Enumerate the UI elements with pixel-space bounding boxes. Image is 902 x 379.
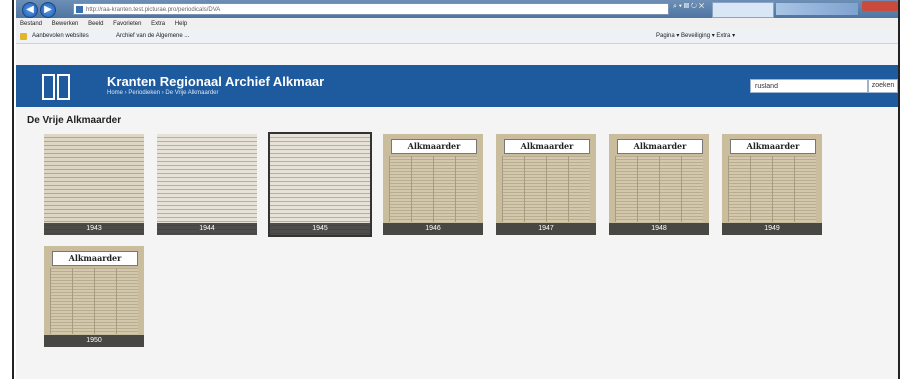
year-thumbnail-1947[interactable]: Alkmaarder 1947 — [496, 134, 596, 235]
site-header: Kranten Regionaal Archief Alkmaar Home ›… — [16, 65, 898, 107]
newspaper-masthead: Alkmaarder — [52, 251, 138, 266]
newspaper-masthead: Alkmaarder — [504, 139, 590, 154]
menu-beeld[interactable]: Beeld — [88, 21, 103, 27]
newspaper-scan-image — [270, 134, 370, 235]
favorites-bar: Aanbevolen websites Archief van de Algem… — [16, 30, 898, 44]
search-button[interactable]: zoeken — [868, 79, 898, 93]
menu-bewerken[interactable]: Bewerken — [52, 21, 79, 27]
menu-help[interactable]: Help — [175, 21, 187, 27]
year-thumbnail-1948[interactable]: Alkmaarder 1948 — [609, 134, 709, 235]
address-url: http://raa-kranten.test.picturae.pro/per… — [86, 7, 221, 13]
menu-favorieten[interactable]: Favorieten — [113, 21, 141, 27]
newspaper-columns — [50, 268, 138, 334]
browser-tab-group[interactable] — [776, 3, 858, 15]
year-thumbnail-1945[interactable]: 1945 — [268, 132, 372, 237]
year-thumbnail-1949[interactable]: Alkmaarder 1949 — [722, 134, 822, 235]
browser-window: ◀ ▶ http://raa-kranten.test.picturae.pro… — [16, 0, 898, 379]
newspaper-masthead: Alkmaarder — [617, 139, 703, 154]
favorite-link-archief[interactable]: Archief van de Algemene ... — [116, 30, 189, 43]
year-label: 1948 — [609, 223, 709, 235]
newspaper-scan-image — [157, 134, 257, 235]
year-label: 1949 — [722, 223, 822, 235]
back-button[interactable]: ◀ — [22, 2, 38, 18]
breadcrumb[interactable]: Home › Periodieken › De Vrije Alkmaarder — [107, 90, 219, 96]
newspaper-logo-icon[interactable] — [42, 74, 72, 100]
command-bar[interactable]: Pagina ▾ Beveiliging ▾ Extra ▾ — [656, 30, 735, 43]
site-title[interactable]: Kranten Regionaal Archief Alkmaar — [107, 74, 324, 89]
search-input[interactable] — [750, 79, 868, 93]
newspaper-columns — [728, 156, 816, 222]
favorites-star-icon[interactable] — [20, 33, 27, 40]
newspaper-masthead: Alkmaarder — [730, 139, 816, 154]
year-label: 1943 — [44, 223, 144, 235]
year-thumbnail-1943[interactable]: 1943 — [44, 134, 144, 235]
year-thumbnail-1946[interactable]: Alkmaarder 1946 — [383, 134, 483, 235]
year-thumbnail-1944[interactable]: 1944 — [157, 134, 257, 235]
window-controls[interactable] — [862, 1, 898, 11]
menu-extra[interactable]: Extra — [151, 21, 165, 27]
page-title: De Vrije Alkmaarder — [27, 115, 122, 126]
browser-menubar: Bestand Bewerken Beeld Favorieten Extra … — [16, 18, 898, 30]
menu-bestand[interactable]: Bestand — [20, 21, 42, 27]
year-label: 1944 — [157, 223, 257, 235]
screenshot-frame: ◀ ▶ http://raa-kranten.test.picturae.pro… — [0, 0, 902, 379]
year-label: 1950 — [44, 335, 144, 347]
newspaper-columns — [615, 156, 703, 222]
newspaper-columns — [502, 156, 590, 222]
browser-titlebar: ◀ ▶ http://raa-kranten.test.picturae.pro… — [16, 0, 898, 18]
year-label: 1946 — [383, 223, 483, 235]
address-bar[interactable]: http://raa-kranten.test.picturae.pro/per… — [73, 3, 669, 15]
address-tools-icons[interactable]: ⌕ ▾ ▤ ↻ ✕ — [673, 3, 704, 11]
year-label: 1947 — [496, 223, 596, 235]
favorite-link-aanbevolen[interactable]: Aanbevolen websites — [32, 30, 89, 43]
newspaper-columns — [389, 156, 477, 222]
site-favicon — [76, 6, 83, 13]
browser-tab-active[interactable] — [712, 2, 774, 18]
newspaper-scan-image — [44, 134, 144, 235]
forward-button[interactable]: ▶ — [40, 2, 56, 18]
year-label: 1945 — [270, 223, 370, 235]
year-thumbnail-1950[interactable]: Alkmaarder 1950 — [44, 246, 144, 347]
left-border — [12, 0, 14, 379]
newspaper-masthead: Alkmaarder — [391, 139, 477, 154]
right-border — [898, 0, 900, 379]
